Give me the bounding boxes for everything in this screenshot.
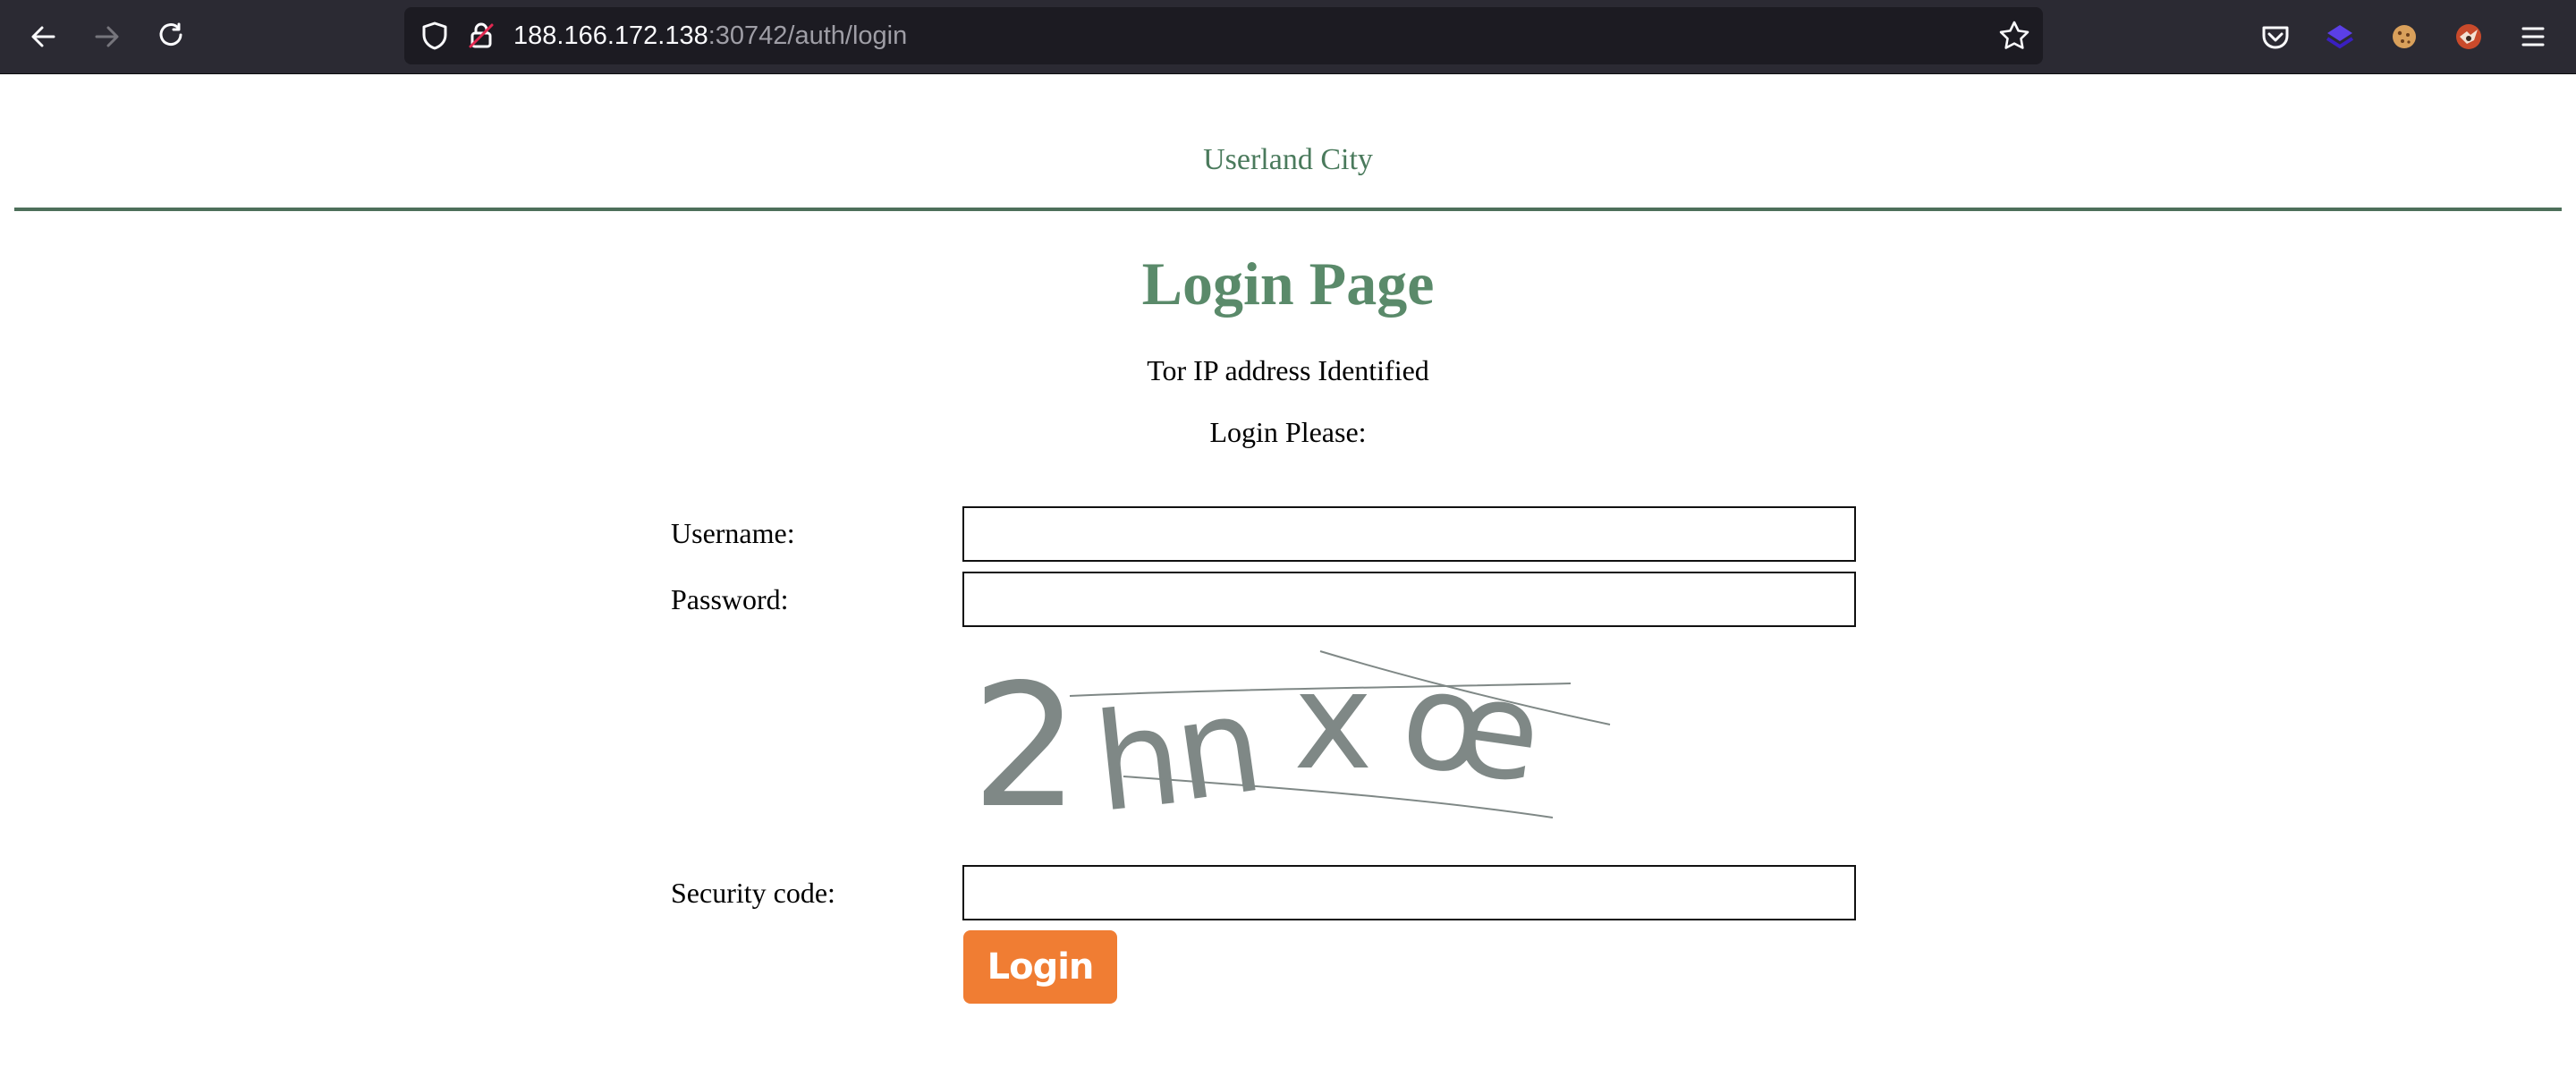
password-input[interactable] (962, 572, 1856, 627)
username-label: Username: (671, 517, 795, 549)
extension-layers-icon[interactable] (2320, 17, 2360, 56)
login-button[interactable]: Login (963, 930, 1117, 1004)
cookie-icon[interactable] (2385, 17, 2424, 56)
password-label: Password: (671, 583, 789, 615)
header-divider (14, 208, 2562, 211)
security-code-label: Security code: (671, 877, 835, 909)
forward-arrow-icon[interactable] (88, 17, 127, 56)
captcha-char: œ (1393, 642, 1550, 814)
captcha-char: 2 (971, 648, 1080, 821)
fox-avatar-icon[interactable] (2449, 17, 2488, 56)
address-bar[interactable]: 188.166.172.138:30742/auth/login (404, 7, 2043, 64)
tor-notice: Tor IP address Identified (1147, 354, 1429, 386)
url-text[interactable]: 188.166.172.138:30742/auth/login (513, 7, 907, 64)
star-icon[interactable] (1995, 16, 2034, 55)
security-code-input[interactable] (962, 865, 1856, 920)
back-arrow-icon[interactable] (23, 17, 63, 56)
site-name: Userland City (1203, 143, 1373, 176)
username-input[interactable] (962, 506, 1856, 562)
url-host: 188.166.172.138 (513, 21, 708, 50)
browser-toolbar: 188.166.172.138:30742/auth/login (0, 0, 2576, 74)
insecure-lock-icon[interactable] (462, 16, 501, 55)
url-path: :30742/auth/login (708, 21, 908, 50)
shield-icon[interactable] (415, 16, 454, 55)
pocket-icon[interactable] (2256, 17, 2295, 56)
reload-icon[interactable] (152, 17, 191, 56)
page-title: Login Page (1141, 250, 1435, 318)
captcha-char: x (1293, 644, 1373, 800)
captcha-image: 2 h n x œ (962, 640, 1615, 845)
menu-icon[interactable] (2513, 17, 2553, 56)
login-prompt: Login Please: (1209, 416, 1367, 448)
